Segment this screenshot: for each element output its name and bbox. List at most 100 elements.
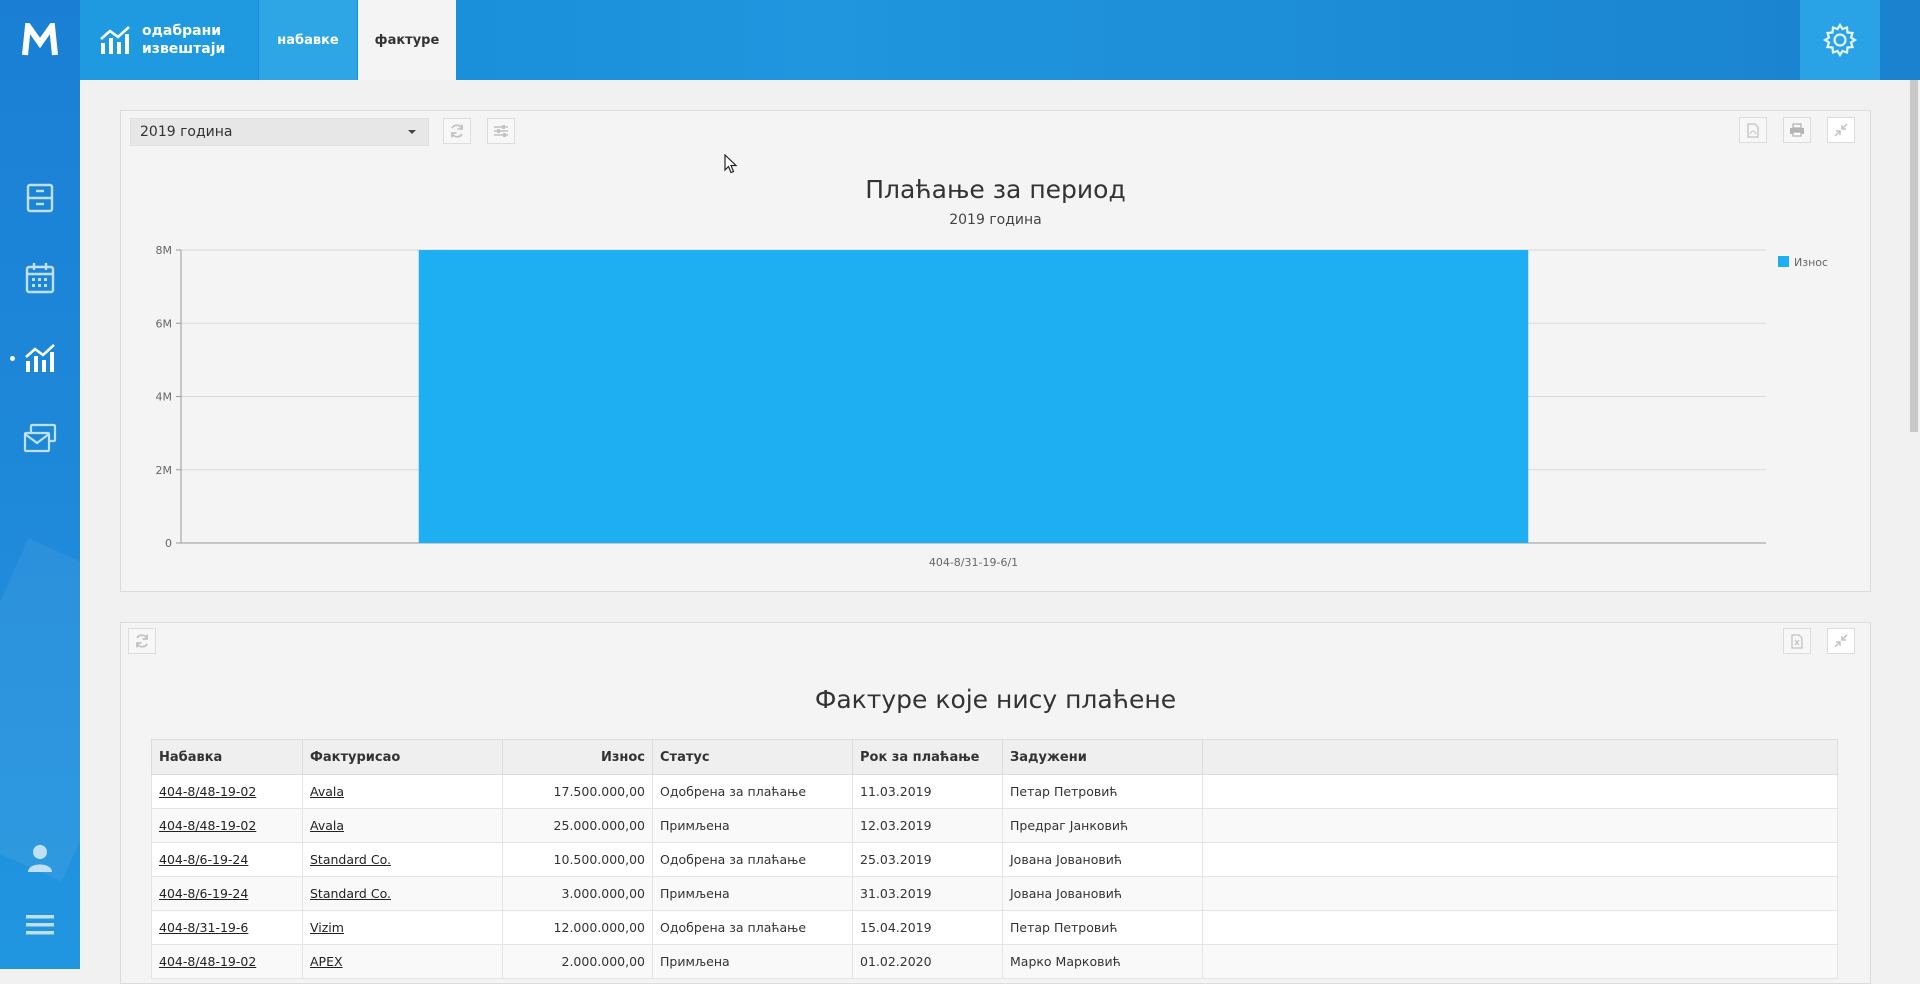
- table-row: 404-8/48-19-02 Avala 25.000.000,00 Примљ…: [151, 808, 1838, 843]
- cell-invoiced-by: Avala: [302, 808, 503, 843]
- cell-due-date: 11.03.2019: [852, 774, 1003, 809]
- app-logo[interactable]: [0, 0, 80, 80]
- column-header-amount[interactable]: Износ: [502, 739, 653, 775]
- procurement-link[interactable]: 404-8/48-19-02: [159, 818, 256, 833]
- gear-icon: [1823, 23, 1857, 57]
- cabinet-icon: [26, 183, 54, 213]
- collapse-button[interactable]: [1827, 628, 1855, 654]
- cell-due-date: 25.03.2019: [852, 842, 1003, 877]
- y-tick-label: 8M: [156, 244, 173, 257]
- sidebar-item-user[interactable]: [0, 828, 80, 888]
- unpaid-invoices-panel: Фактуре које нису плаћене Набавка Фактур…: [120, 622, 1871, 984]
- calendar-icon: [25, 263, 55, 294]
- cell-invoiced-by: APEX: [302, 944, 503, 979]
- cell-invoiced-by: Avala: [302, 774, 503, 809]
- cell-invoiced-by: Vizim: [302, 910, 503, 945]
- cell-procurement: 404-8/48-19-02: [151, 944, 303, 979]
- excel-export-icon: [1791, 633, 1803, 649]
- cell-assignee: Предраг Јанковић: [1002, 808, 1203, 843]
- supplier-link[interactable]: APEX: [310, 954, 343, 969]
- cell-procurement: 404-8/48-19-02: [151, 774, 303, 809]
- user-icon: [28, 845, 52, 872]
- cell-amount: 3.000.000,00: [502, 876, 653, 911]
- cell-empty: [1202, 876, 1838, 911]
- procurement-link[interactable]: 404-8/6-19-24: [159, 886, 248, 901]
- refresh-icon: [136, 634, 148, 648]
- cell-assignee: Јована Јовановић: [1002, 842, 1203, 877]
- sidebar-item-calendar[interactable]: [0, 248, 80, 308]
- cell-empty: [1202, 808, 1838, 843]
- cell-empty: [1202, 910, 1838, 945]
- cell-assignee: Марко Марковић: [1002, 944, 1203, 979]
- supplier-link[interactable]: Standard Co.: [310, 886, 391, 901]
- column-header-assignee[interactable]: Задужени: [1002, 739, 1203, 775]
- table-row: 404-8/6-19-24 Standard Co. 10.500.000,00…: [151, 842, 1838, 877]
- y-tick-label: 2M: [156, 464, 173, 477]
- active-indicator-dot: [10, 355, 15, 361]
- chart-bar: [418, 250, 1529, 543]
- procurement-link[interactable]: 404-8/31-19-6: [159, 920, 248, 935]
- table-row: 404-8/48-19-02 APEX 2.000.000,00 Примљен…: [151, 944, 1838, 979]
- cell-empty: [1202, 842, 1838, 877]
- sidebar-item-menu[interactable]: [0, 895, 80, 955]
- reports-chart-icon: [25, 344, 55, 372]
- supplier-link[interactable]: Standard Co.: [310, 852, 391, 867]
- supplier-link[interactable]: Vizim: [310, 920, 344, 935]
- cell-invoiced-by: Standard Co.: [302, 876, 503, 911]
- refresh-button[interactable]: [128, 628, 156, 654]
- menu-icon: [26, 915, 54, 935]
- procurement-link[interactable]: 404-8/48-19-02: [159, 784, 256, 799]
- mail-stack-icon: [23, 423, 57, 453]
- y-tick-label: 4M: [156, 391, 173, 404]
- table-row: 404-8/31-19-6 Vizim 12.000.000,00 Одобре…: [151, 910, 1838, 945]
- cell-amount: 12.000.000,00: [502, 910, 653, 945]
- table-row: 404-8/48-19-02 Avala 17.500.000,00 Одобр…: [151, 774, 1838, 809]
- sidebar-item-reports[interactable]: [0, 328, 80, 388]
- column-header-empty: [1202, 739, 1838, 775]
- column-header-procurement[interactable]: Набавка: [151, 739, 303, 775]
- cell-due-date: 12.03.2019: [852, 808, 1003, 843]
- sidebar-item-messages[interactable]: [0, 408, 80, 468]
- top-bar: одабрани извештаји набавке фактуре: [80, 0, 1920, 80]
- sidebar-item-archive[interactable]: [0, 168, 80, 228]
- y-tick-label: 6M: [156, 317, 173, 330]
- cell-amount: 17.500.000,00: [502, 774, 653, 809]
- settings-button[interactable]: [1800, 0, 1880, 80]
- cell-status: Примљена: [652, 808, 853, 843]
- reports-chart-icon: [100, 26, 130, 54]
- page-scrollbar[interactable]: [1908, 80, 1920, 969]
- cell-amount: 25.000.000,00: [502, 808, 653, 843]
- column-header-status[interactable]: Статус: [652, 739, 853, 775]
- scrollbar-thumb[interactable]: [1910, 80, 1918, 432]
- column-header-invoiced-by[interactable]: Фактурисао: [302, 739, 503, 775]
- tab-procurements[interactable]: набавке: [259, 0, 357, 80]
- export-excel-button[interactable]: [1783, 628, 1811, 654]
- cell-due-date: 15.04.2019: [852, 910, 1003, 945]
- procurement-link[interactable]: 404-8/48-19-02: [159, 954, 256, 969]
- bar-chart: 0 2M 4M 6M 8M 404-8/31-19-6/1 Износ: [156, 244, 1829, 569]
- logo-m-icon: [22, 23, 58, 56]
- cell-assignee: Петар Петровић: [1002, 774, 1203, 809]
- column-header-due-date[interactable]: Рок за плаћање: [852, 739, 1003, 775]
- cell-status: Одобрена за плаћање: [652, 910, 853, 945]
- cell-status: Одобрена за плаћање: [652, 774, 853, 809]
- cell-assignee: Петар Петровић: [1002, 910, 1203, 945]
- collapse-icon: [1834, 634, 1848, 648]
- table-title: Фактуре које нису плаћене: [814, 685, 1177, 714]
- cell-status: Примљена: [652, 944, 853, 979]
- sidebar: [0, 0, 80, 969]
- cell-due-date: 31.03.2019: [852, 876, 1003, 911]
- supplier-link[interactable]: Avala: [310, 784, 344, 799]
- cell-amount: 10.500.000,00: [502, 842, 653, 877]
- cell-status: Примљена: [652, 876, 853, 911]
- cell-procurement: 404-8/6-19-24: [151, 842, 303, 877]
- cell-amount: 2.000.000,00: [502, 944, 653, 979]
- cell-empty: [1202, 944, 1838, 979]
- supplier-link[interactable]: Avala: [310, 818, 344, 833]
- selected-reports-button[interactable]: одабрани извештаји: [80, 0, 258, 80]
- tab-invoices[interactable]: фактуре: [358, 0, 456, 80]
- cell-status: Одобрена за плаћање: [652, 842, 853, 877]
- cell-empty: [1202, 774, 1838, 809]
- procurement-link[interactable]: 404-8/6-19-24: [159, 852, 248, 867]
- table-row: 404-8/6-19-24 Standard Co. 3.000.000,00 …: [151, 876, 1838, 911]
